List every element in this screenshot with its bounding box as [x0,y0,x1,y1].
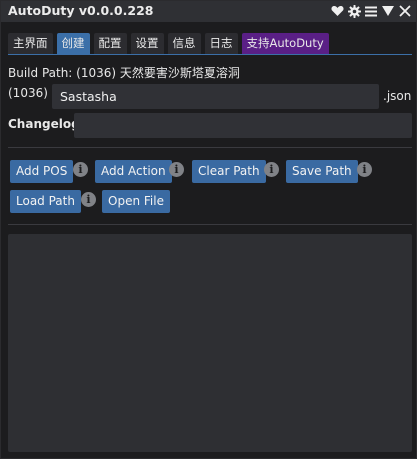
window-title: AutoDuty v0.0.0.228 [8,3,154,18]
add-action-info-icon[interactable]: i [169,162,184,177]
section-divider-2 [8,224,412,225]
section-divider [8,147,412,148]
menu-icon[interactable] [364,3,378,19]
load-path-info-icon[interactable]: i [81,192,96,207]
close-icon[interactable] [398,3,412,19]
add-action-button[interactable]: Add Action [95,160,172,183]
tab-main[interactable]: 主界面 [8,33,53,54]
title-bar[interactable]: AutoDuty v0.0.0.228 [1,1,416,22]
tab-settings[interactable]: 设置 [130,33,164,54]
file-extension-label: .json [383,89,412,103]
load-path-button[interactable]: Load Path [10,190,81,213]
changelog-label: Changelog: [8,117,85,131]
title-bar-icons [330,3,412,19]
autoduty-window: AutoDuty v0.0.0.228 主界面 创建 配置 设置 信息 日志 支… [0,0,417,459]
collapse-triangle-icon[interactable] [381,3,395,19]
tab-config[interactable]: 配置 [93,33,127,54]
save-path-info-icon[interactable]: i [357,162,372,177]
path-actions-list[interactable] [8,234,412,452]
add-pos-button[interactable]: Add POS [10,160,74,183]
tab-create[interactable]: 创建 [56,33,90,54]
tab-info[interactable]: 信息 [167,33,201,54]
open-file-button[interactable]: Open File [102,190,170,213]
clear-path-info-icon[interactable]: i [264,162,279,177]
add-pos-info-icon[interactable]: i [73,162,88,177]
tab-support-autoduty[interactable]: 支持AutoDuty [241,33,329,54]
tab-bar: 主界面 创建 配置 设置 信息 日志 支持AutoDuty [8,33,329,54]
tab-log[interactable]: 日志 [204,33,238,54]
path-id-prefix: (1036) [8,86,48,100]
clear-path-button[interactable]: Clear Path [192,160,266,183]
file-name-input[interactable]: Sastasha [52,84,379,109]
heart-icon[interactable] [330,3,344,19]
changelog-input[interactable] [74,113,412,138]
save-path-button[interactable]: Save Path [286,160,358,183]
build-path-label: Build Path: (1036) 天然要害沙斯塔夏溶洞 [8,66,240,80]
gear-icon[interactable] [347,3,361,19]
tab-underline [8,54,412,55]
